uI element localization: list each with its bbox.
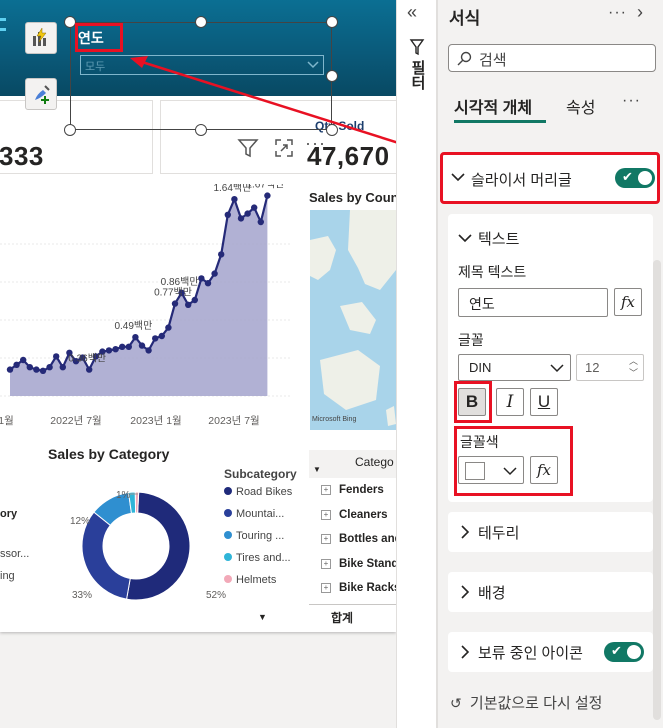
color-swatch: [465, 462, 485, 480]
title-fx-button[interactable]: fx: [614, 288, 642, 316]
background-label: 배경: [478, 585, 506, 602]
reset-defaults-label: 기본값으로 다시 설정: [469, 695, 603, 712]
chevron-right-icon: [461, 645, 470, 659]
font-color-label: 글꼴색: [460, 434, 499, 450]
chevron-right-icon: [461, 585, 470, 599]
title-text-input[interactable]: 연도: [458, 288, 608, 317]
tab-properties[interactable]: 속성: [566, 94, 595, 118]
section-background[interactable]: 배경: [448, 572, 653, 612]
pending-icon-label: 보류 중인 아이콘: [478, 645, 583, 662]
font-color-fx-button[interactable]: fx: [530, 456, 558, 484]
chevron-down-icon: [503, 467, 517, 476]
italic-button[interactable]: I: [496, 388, 524, 416]
chevron-right-icon: [461, 525, 470, 539]
font-family-value: DIN: [469, 360, 492, 375]
title-text-value: 연도: [469, 296, 495, 312]
reset-defaults-link[interactable]: ↺ 기본값으로 다시 설정: [450, 692, 602, 713]
font-size-stepper[interactable]: 12 ︿ ﹀: [576, 354, 644, 381]
reset-icon: ↺: [450, 695, 462, 711]
slicer-header-toggle[interactable]: ✔: [615, 168, 655, 188]
font-color-picker[interactable]: [458, 456, 524, 484]
expand-pane-icon[interactable]: «: [407, 2, 417, 23]
font-label: 글꼴: [458, 332, 484, 348]
tab-more-icon[interactable]: ···: [622, 92, 641, 110]
collapse-pane-icon[interactable]: ›: [637, 2, 643, 23]
chevron-down-icon: [550, 364, 564, 373]
filters-pane-collapsed[interactable]: « 필터: [396, 0, 437, 728]
stepper-arrows-icon[interactable]: ︿ ﹀: [629, 355, 638, 379]
search-icon: [457, 51, 472, 66]
border-label: 테두리: [478, 525, 520, 542]
search-input[interactable]: 검색: [448, 44, 656, 72]
pane-title: 서식: [449, 9, 481, 28]
search-placeholder: 검색: [479, 52, 507, 69]
font-size-value: 12: [585, 360, 600, 375]
section-pending-icon[interactable]: 보류 중인 아이콘 ✔: [448, 632, 653, 672]
tab-visual[interactable]: 시각적 개체: [454, 94, 532, 118]
format-pane: 서식 ··· › 검색 시각적 개체 속성 ··· 슬라이서 머리글 ✔ 텍스트…: [437, 0, 663, 728]
chevron-down-icon[interactable]: [458, 234, 472, 244]
underline-button[interactable]: U: [530, 388, 558, 416]
filters-label: 필터: [409, 60, 426, 90]
slicer-header-label: 슬라이서 머리글: [471, 172, 572, 189]
section-text: 텍스트 제목 텍스트 연도 fx 글꼴 DIN 12 ︿ ﹀ B I U 글꼴색 …: [448, 214, 653, 502]
section-border[interactable]: 테두리: [448, 512, 653, 552]
font-family-select[interactable]: DIN: [458, 354, 571, 381]
section-slicer-header[interactable]: 슬라이서 머리글 ✔: [440, 152, 660, 204]
title-text-label: 제목 텍스트: [458, 264, 527, 280]
chevron-down-icon: [451, 173, 465, 182]
bold-highlight: [454, 381, 492, 423]
pending-icon-toggle[interactable]: ✔: [604, 642, 644, 662]
pane-scrollbar[interactable]: [653, 260, 661, 720]
pane-more-icon[interactable]: ···: [608, 4, 627, 22]
text-section-label[interactable]: 텍스트: [478, 228, 519, 249]
filter-funnel-icon: [409, 39, 425, 56]
tab-visual-underline: [454, 120, 546, 123]
